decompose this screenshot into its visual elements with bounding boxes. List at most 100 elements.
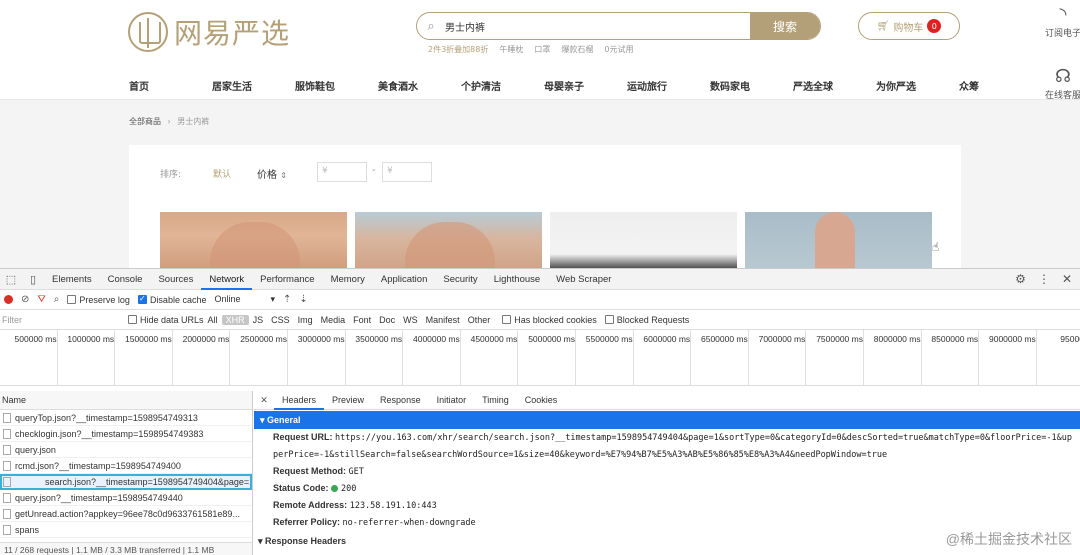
hotword-link[interactable]: 2件3折叠加88折 <box>428 44 488 55</box>
hotword-link[interactable]: 0元试用 <box>604 44 633 55</box>
tab-security[interactable]: Security <box>435 269 485 290</box>
timeline-tick: 4000000 ms <box>403 330 461 385</box>
request-list: Name queryTop.json?__timestamp=159895474… <box>0 391 253 555</box>
tab-preview[interactable]: Preview <box>324 391 372 410</box>
request-name: rcmd.json?__timestamp=1598954749400 <box>15 460 181 471</box>
nav-item[interactable]: 美食酒水 <box>378 78 461 93</box>
filter-type-js[interactable]: JS <box>249 315 268 325</box>
tab-headers[interactable]: Headers <box>274 391 325 410</box>
filter-type-xhr[interactable]: XHR <box>221 314 249 325</box>
sort-price[interactable]: 价格 ⇕ <box>257 166 287 181</box>
request-row[interactable]: spans <box>0 522 252 538</box>
device-toggle-icon[interactable]: ▯ <box>22 273 44 286</box>
tab-timing[interactable]: Timing <box>474 391 517 410</box>
network-timeline[interactable]: 500000 ms 1000000 ms 1500000 ms 2000000 ms 2… <box>0 330 1080 386</box>
tab-cookies[interactable]: Cookies <box>517 391 566 410</box>
tab-application[interactable]: Application <box>373 269 435 290</box>
nav-item[interactable]: 数码家电 <box>710 78 793 93</box>
request-row-selected[interactable]: search.json?__timestamp=1598954749404&pa… <box>0 474 252 490</box>
logo-text: 网易严选 <box>174 17 291 50</box>
close-icon[interactable]: ✕ <box>1062 272 1072 286</box>
close-icon[interactable]: ✕ <box>254 395 274 406</box>
tab-initiator[interactable]: Initiator <box>429 391 475 410</box>
price-max-input[interactable]: ¥ <box>382 162 432 182</box>
tab-web-scraper[interactable]: Web Scraper <box>548 269 619 290</box>
product-image[interactable] <box>550 212 737 268</box>
filter-type-ws[interactable]: WS <box>399 315 422 325</box>
filter-type-font[interactable]: Font <box>349 315 375 325</box>
hotword-link[interactable]: 口罩 <box>534 44 550 55</box>
tab-console[interactable]: Console <box>100 269 151 290</box>
referrer-policy-value: no-referrer-when-downgrade <box>342 518 476 528</box>
blocked-requests-checkbox[interactable]: Blocked Requests <box>604 314 689 325</box>
general-section-header[interactable]: ▾ General <box>254 411 1080 429</box>
product-image[interactable] <box>355 212 542 268</box>
side-service[interactable]: ☊ 在线客服 <box>1038 66 1080 101</box>
nav-item[interactable]: 严选全球 <box>793 78 876 93</box>
nav-item[interactable]: 母婴亲子 <box>544 78 627 93</box>
timeline-tick: 6000000 ms <box>634 330 692 385</box>
filter-type-media[interactable]: Media <box>317 315 350 325</box>
blocked-cookies-checkbox[interactable]: Has blocked cookies <box>502 314 597 325</box>
nav-item[interactable]: 众筹 <box>959 78 1042 93</box>
remote-address-value: 123.58.191.10:443 <box>349 501 437 511</box>
product-image[interactable] <box>160 212 347 268</box>
chevron-right-icon: › <box>167 117 171 126</box>
download-icon[interactable]: ⇣ <box>299 294 307 305</box>
timeline-tick: 5500000 ms <box>576 330 634 385</box>
request-name: query.json?__timestamp=1598954749440 <box>15 492 183 503</box>
price-min-input[interactable]: ¥ <box>317 162 367 182</box>
request-row[interactable]: rcmd.json?__timestamp=1598954749400 <box>0 458 252 474</box>
tab-sources[interactable]: Sources <box>150 269 201 290</box>
filter-type-manifest[interactable]: Manifest <box>422 315 464 325</box>
filter-type-img[interactable]: Img <box>294 315 317 325</box>
product-image[interactable] <box>745 212 932 268</box>
hotword-link[interactable]: 午睡枕 <box>499 44 523 55</box>
hide-data-urls-checkbox[interactable]: Hide data URLs <box>128 314 204 325</box>
tab-lighthouse[interactable]: Lighthouse <box>486 269 548 290</box>
clear-icon[interactable]: ⊘ <box>21 294 29 305</box>
inspect-icon[interactable]: ⬚ <box>0 273 22 286</box>
nav-item[interactable]: 个护清洁 <box>461 78 544 93</box>
throttle-select[interactable]: Online ▾ <box>214 294 275 305</box>
hotword-link[interactable]: 爆款石榴 <box>561 44 593 55</box>
request-row[interactable]: checklogin.json?__timestamp=159895474938… <box>0 426 252 442</box>
search-button[interactable]: 搜索 <box>750 13 820 39</box>
request-list-header[interactable]: Name <box>0 391 252 410</box>
disable-cache-checkbox[interactable]: Disable cache <box>137 294 206 305</box>
filter-icon[interactable]: ⛛ <box>37 294 45 305</box>
tab-network[interactable]: Network <box>201 269 253 290</box>
nav-item[interactable]: 居家生活 <box>212 78 295 93</box>
sort-default[interactable]: 默认 <box>213 167 231 180</box>
tab-memory[interactable]: Memory <box>323 269 373 290</box>
request-row[interactable]: queryTop.json?__timestamp=1598954749313 <box>0 410 252 426</box>
nav-item[interactable]: 首页 <box>129 78 212 93</box>
filter-type-css[interactable]: CSS <box>267 315 294 325</box>
request-row[interactable]: query.json?__timestamp=1598954749440 <box>0 490 252 506</box>
search-icon[interactable]: ⌕ <box>54 294 60 305</box>
tab-elements[interactable]: Elements <box>44 269 100 290</box>
preserve-log-checkbox[interactable]: Preserve log <box>67 294 130 305</box>
filter-type-all[interactable]: All <box>204 315 222 325</box>
tab-performance[interactable]: Performance <box>252 269 322 290</box>
cart-button[interactable]: 🛒︎ 购物车 0 <box>858 12 960 40</box>
nav-item[interactable]: 服饰鞋包 <box>295 78 378 93</box>
tab-response[interactable]: Response <box>372 391 429 410</box>
nav-item[interactable]: 运动旅行 <box>627 78 710 93</box>
request-row[interactable]: query.json <box>0 442 252 458</box>
gear-icon[interactable]: ⚙ <box>1015 272 1026 286</box>
nav-item[interactable]: 为你严选 <box>876 78 959 93</box>
filter-type-doc[interactable]: Doc <box>375 315 399 325</box>
sort-label: 排序: <box>160 170 182 180</box>
search-input[interactable] <box>445 13 750 39</box>
breadcrumb-root[interactable]: 全部商品 <box>129 117 161 126</box>
filter-type-other[interactable]: Other <box>464 315 495 325</box>
site-logo[interactable]: 网易严选 <box>128 12 290 52</box>
more-icon[interactable]: ⋮ <box>1038 272 1050 286</box>
upload-icon[interactable]: ⇡ <box>283 294 291 305</box>
side-rss[interactable]: ◝ 订阅电子 <box>1038 4 1080 39</box>
request-row[interactable]: getUnread.action?appkey=96ee78c0d9633761… <box>0 506 252 522</box>
logo-icon <box>128 12 168 52</box>
filter-input[interactable]: Filter <box>2 315 128 325</box>
record-icon[interactable] <box>4 295 13 304</box>
